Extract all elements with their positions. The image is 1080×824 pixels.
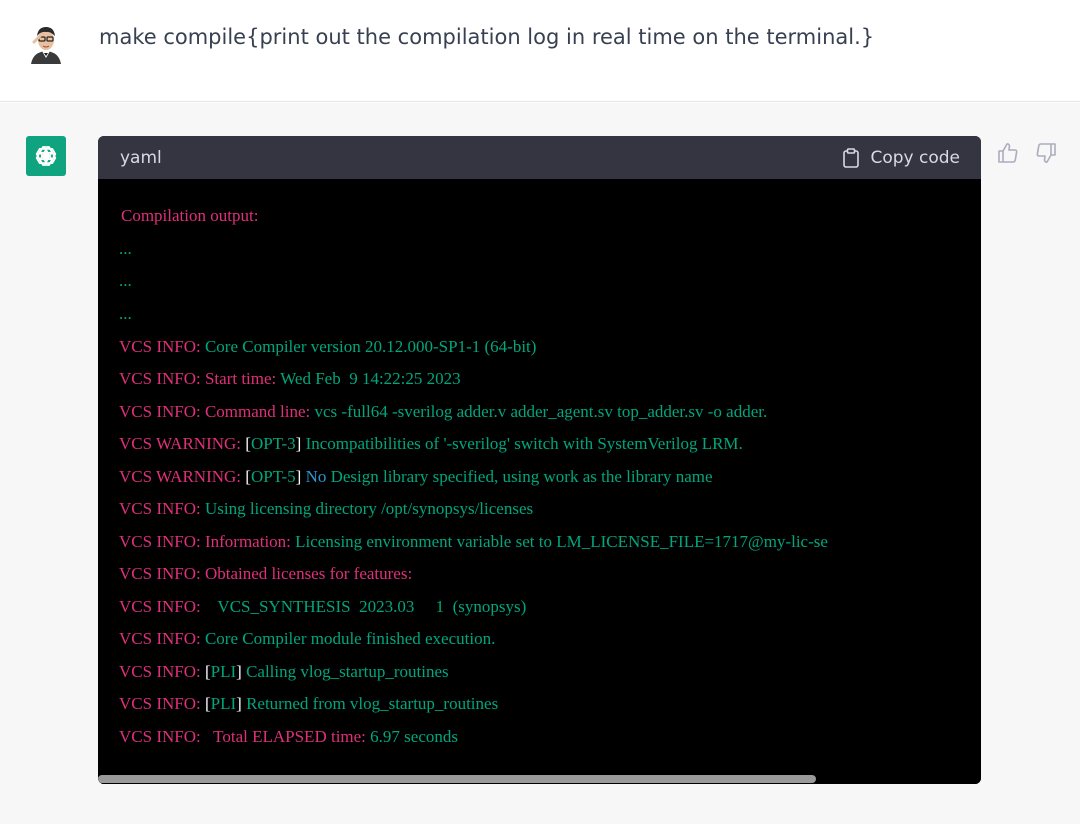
code-token: Command line:	[204, 402, 315, 421]
code-token: VCS INFO:	[119, 564, 205, 583]
code-token: VCS INFO:	[119, 369, 205, 388]
code-token: Information:	[204, 532, 296, 551]
code-line: Compilation output:	[121, 205, 258, 227]
code-token: VCS WARNING:	[119, 467, 246, 486]
code-line: ...	[119, 238, 132, 260]
code-line: VCS WARNING: [OPT-3] Incompatibilities o…	[119, 433, 743, 455]
code-token: VCS INFO:	[119, 629, 205, 648]
code-token: VCS WARNING:	[119, 434, 246, 453]
code-token: Total ELAPSED time:	[204, 727, 371, 746]
code-token: Compilation output:	[121, 206, 259, 225]
assistant-avatar	[26, 136, 66, 176]
code-token: OPT-3	[250, 434, 296, 453]
code-token: Returned from vlog_startup_routines	[241, 694, 499, 713]
code-token: Core Compiler module finished execution.	[204, 629, 496, 648]
openai-logo-icon	[35, 146, 57, 166]
code-token: No	[305, 467, 327, 486]
code-block-header: yaml Copy code	[98, 136, 981, 179]
code-language-label: yaml	[120, 147, 162, 168]
code-token: VCS_SYNTHESIS 2023.03 1 (synopsys)	[204, 597, 527, 616]
code-token: 6.97 seconds	[370, 727, 458, 746]
code-line: VCS INFO: [PLI] Calling vlog_startup_rou…	[119, 661, 449, 683]
code-token: Design library specified, using work as …	[326, 467, 713, 486]
code-line: VCS INFO: [PLI] Returned from vlog_start…	[119, 693, 498, 715]
horizontal-scrollbar[interactable]	[98, 774, 981, 784]
code-token: VCS INFO:	[119, 402, 205, 421]
code-line: VCS INFO: Information: Licensing environ…	[119, 531, 828, 553]
code-token: Core Compiler version 20.12.000-SP1-1 (6…	[204, 337, 537, 356]
code-token: Licensing environment variable set to LM…	[295, 532, 828, 551]
user-message-text: make compile{print out the compilation l…	[99, 25, 875, 49]
code-token: VCS INFO:	[119, 532, 205, 551]
thumbs-up-icon[interactable]	[996, 141, 1020, 165]
code-line: VCS INFO: Command line: vcs -full64 -sve…	[119, 401, 767, 423]
code-token: Incompatibilities of '-sverilog' switch …	[301, 434, 743, 453]
code-token: VCS INFO:	[119, 597, 205, 616]
code-token: Calling vlog_startup_routines	[241, 662, 449, 681]
code-token: Using licensing directory /opt/synopsys/…	[204, 499, 534, 518]
code-token: OPT-5	[250, 467, 296, 486]
feedback-buttons	[996, 141, 1058, 165]
copy-code-label: Copy code	[870, 147, 960, 168]
code-token: VCS INFO:	[119, 662, 205, 681]
user-message-row: make compile{print out the compilation l…	[0, 0, 1080, 102]
code-line: VCS INFO: Total ELAPSED time: 6.97 secon…	[119, 726, 458, 748]
code-token: PLI	[210, 662, 237, 681]
code-line: VCS INFO: Obtained licenses for features…	[119, 563, 412, 585]
scrollbar-thumb[interactable]	[98, 775, 816, 783]
code-token: PLI	[210, 694, 237, 713]
code-token: ...	[119, 271, 132, 290]
thumbs-down-icon[interactable]	[1034, 141, 1058, 165]
code-token: Wed Feb 9 14:22:25 2023	[280, 369, 461, 388]
code-line: VCS INFO: Core Compiler version 20.12.00…	[119, 336, 536, 358]
code-line: ...	[119, 270, 132, 292]
code-line: VCS INFO: Core Compiler module finished …	[119, 628, 495, 650]
assistant-message-row: yaml Copy code Compilation output:......…	[0, 103, 1080, 824]
code-token: Start time:	[204, 369, 281, 388]
code-line: VCS INFO: Using licensing directory /opt…	[119, 498, 533, 520]
clipboard-icon	[843, 147, 860, 168]
code-line: VCS WARNING: [OPT-5] No Design library s…	[119, 466, 713, 488]
code-line: ...	[119, 303, 132, 325]
copy-code-button[interactable]: Copy code	[842, 148, 960, 168]
code-line: VCS INFO: Start time: Wed Feb 9 14:22:25…	[119, 368, 461, 390]
code-token: ...	[119, 239, 132, 258]
code-token: VCS INFO:	[119, 727, 205, 746]
user-avatar	[25, 22, 67, 64]
code-content[interactable]: Compilation output:......... VCS INFO: Co…	[98, 179, 981, 767]
code-token: vcs -full64 -sverilog adder.v adder_agen…	[314, 402, 768, 421]
code-token: VCS INFO:	[119, 337, 205, 356]
code-block: yaml Copy code Compilation output:......…	[98, 136, 981, 784]
code-token: ...	[119, 304, 132, 323]
code-token: VCS INFO:	[119, 499, 205, 518]
code-token: VCS INFO:	[119, 694, 205, 713]
code-line: VCS INFO: VCS_SYNTHESIS 2023.03 1 (synop…	[119, 596, 526, 618]
code-token: Obtained licenses for features:	[204, 564, 413, 583]
